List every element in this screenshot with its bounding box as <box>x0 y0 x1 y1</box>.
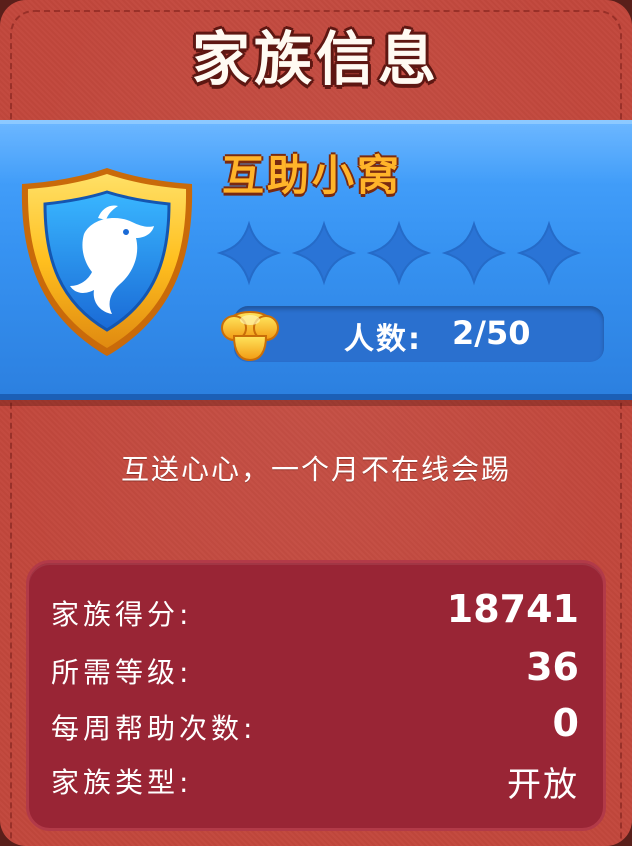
stat-row-weekly-help: 每周帮助次数: 0 <box>51 699 579 751</box>
empty-star-icon <box>366 220 432 286</box>
member-count-label: 人数: <box>344 322 422 357</box>
score-value: 18741 <box>446 587 579 631</box>
stat-row-type: 家族类型: 开放 <box>51 753 579 805</box>
family-type-value: 开放 <box>507 765 579 805</box>
stat-row-score: 家族得分: 18741 <box>51 585 579 637</box>
family-description: 互送心心，一个月不在线会踢 <box>120 453 511 486</box>
member-count-value: 2/50 <box>452 314 531 352</box>
weekly-help-label: 每周帮助次数: <box>51 712 257 745</box>
stat-row-level: 所需等级: 36 <box>51 643 579 695</box>
member-count-bar: 人数: 2/50 <box>234 306 604 362</box>
dolphin-shield-icon <box>21 168 193 356</box>
family-stats-panel: 家族得分: 18741 所需等级: 36 每周帮助次数: 0 家族类型: 开放 <box>26 560 606 831</box>
family-banner: 互助小窝 人数: 2/50 <box>0 120 632 400</box>
empty-star-icon <box>291 220 357 286</box>
weekly-help-value: 0 <box>552 701 579 745</box>
golden-bell-icon <box>221 311 279 362</box>
empty-star-icon <box>516 220 582 286</box>
required-level-label: 所需等级: <box>51 656 193 689</box>
empty-star-icon <box>216 220 282 286</box>
empty-star-icon <box>441 220 507 286</box>
page-title: 家族信息 <box>191 25 440 93</box>
family-star-rating <box>216 220 582 286</box>
family-info-window: 家族信息 互助小窝 人数: 2/50 互送心心，一个月不在线会踢 家族得分: 1… <box>0 0 632 846</box>
score-label: 家族得分: <box>51 598 193 631</box>
family-type-label: 家族类型: <box>51 766 193 799</box>
family-name: 互助小窝 <box>222 151 403 200</box>
required-level-value: 36 <box>526 645 579 689</box>
